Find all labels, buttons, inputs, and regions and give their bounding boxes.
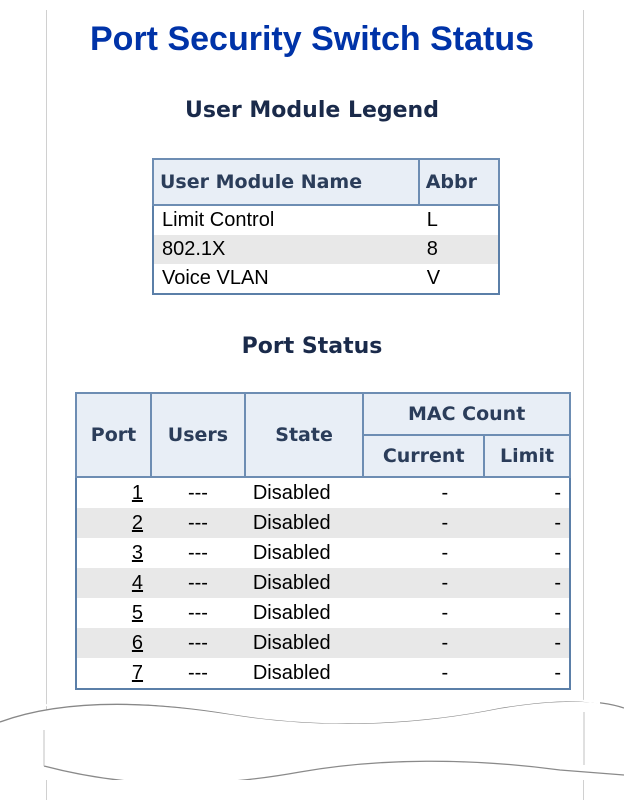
limit-cell: - xyxy=(554,542,561,564)
state-cell: Disabled xyxy=(252,602,331,624)
limit-cell: - xyxy=(554,482,561,504)
header-mac-count: MAC Count xyxy=(362,392,571,436)
legend-title: User Module Legend xyxy=(185,98,439,123)
current-cell: - xyxy=(363,568,485,598)
state-cell: Disabled xyxy=(244,508,364,538)
state-cell: Disabled xyxy=(252,662,331,684)
legend-header-row: User Module Name Abbr xyxy=(152,158,501,206)
table-row: 4 --- Disabled - - xyxy=(76,568,570,598)
legend-header-name: User Module Name xyxy=(152,158,420,206)
header-users: Users xyxy=(150,392,246,478)
legend-row: 802.1X 8 xyxy=(153,235,499,264)
port-link[interactable]: 7 xyxy=(132,662,143,684)
table-row: 7 --- Disabled - - xyxy=(76,658,570,689)
page-title: Port Security Switch Status xyxy=(90,20,534,58)
state-cell: Disabled xyxy=(252,482,331,504)
port-link[interactable]: 5 xyxy=(132,602,143,624)
limit-cell: - xyxy=(484,508,570,538)
state-cell: Disabled xyxy=(244,568,364,598)
port-status-title: Port Status xyxy=(241,334,383,359)
current-cell: - xyxy=(441,602,449,624)
current-cell: - xyxy=(441,482,449,504)
legend-module-abbr: V xyxy=(426,267,441,289)
table-row: 5 --- Disabled - - xyxy=(76,598,570,628)
limit-cell: - xyxy=(554,602,561,624)
users-cell: --- xyxy=(187,602,208,624)
current-cell: - xyxy=(441,542,449,564)
table-row: 2 --- Disabled - - xyxy=(76,508,570,538)
legend-row: Voice VLAN V xyxy=(153,264,499,294)
legend-module-abbr: L xyxy=(426,209,438,231)
users-cell: --- xyxy=(187,482,208,504)
current-cell: - xyxy=(363,508,485,538)
users-cell: --- xyxy=(187,542,208,564)
users-cell: --- xyxy=(151,628,245,658)
header-current: Current xyxy=(362,434,486,478)
limit-cell: - xyxy=(484,568,570,598)
port-link[interactable]: 1 xyxy=(132,482,143,504)
current-cell: - xyxy=(363,628,485,658)
limit-cell: - xyxy=(484,628,570,658)
legend-module-name: Limit Control xyxy=(162,209,275,231)
port-link[interactable]: 6 xyxy=(132,632,143,654)
table-row: 1 --- Disabled - - xyxy=(76,477,570,508)
port-status-table: Port Users State MAC Count Current Limit… xyxy=(74,392,571,690)
users-cell: --- xyxy=(151,568,245,598)
legend-header-abbr: Abbr xyxy=(417,158,501,206)
port-header-row-1: Port Users State MAC Count xyxy=(74,392,571,478)
header-state: State xyxy=(243,392,365,478)
legend-module-name: 802.1X xyxy=(153,235,419,264)
legend-module-name: Voice VLAN xyxy=(162,267,269,289)
port-link[interactable]: 4 xyxy=(132,572,143,594)
port-link[interactable]: 2 xyxy=(132,512,143,534)
current-cell: - xyxy=(441,662,449,684)
state-cell: Disabled xyxy=(244,628,364,658)
legend-row: Limit Control L xyxy=(153,205,499,235)
limit-cell: - xyxy=(554,662,561,684)
legend-module-abbr: 8 xyxy=(418,235,499,264)
header-limit: Limit xyxy=(483,434,571,478)
port-link[interactable]: 3 xyxy=(132,542,143,564)
table-row: 6 --- Disabled - - xyxy=(76,628,570,658)
users-cell: --- xyxy=(151,508,245,538)
state-cell: Disabled xyxy=(252,542,331,564)
user-module-legend-table: User Module Name Abbr Limit Control L 80… xyxy=(152,158,501,295)
header-port: Port xyxy=(74,392,153,478)
table-row: 3 --- Disabled - - xyxy=(76,538,570,568)
users-cell: --- xyxy=(187,662,208,684)
